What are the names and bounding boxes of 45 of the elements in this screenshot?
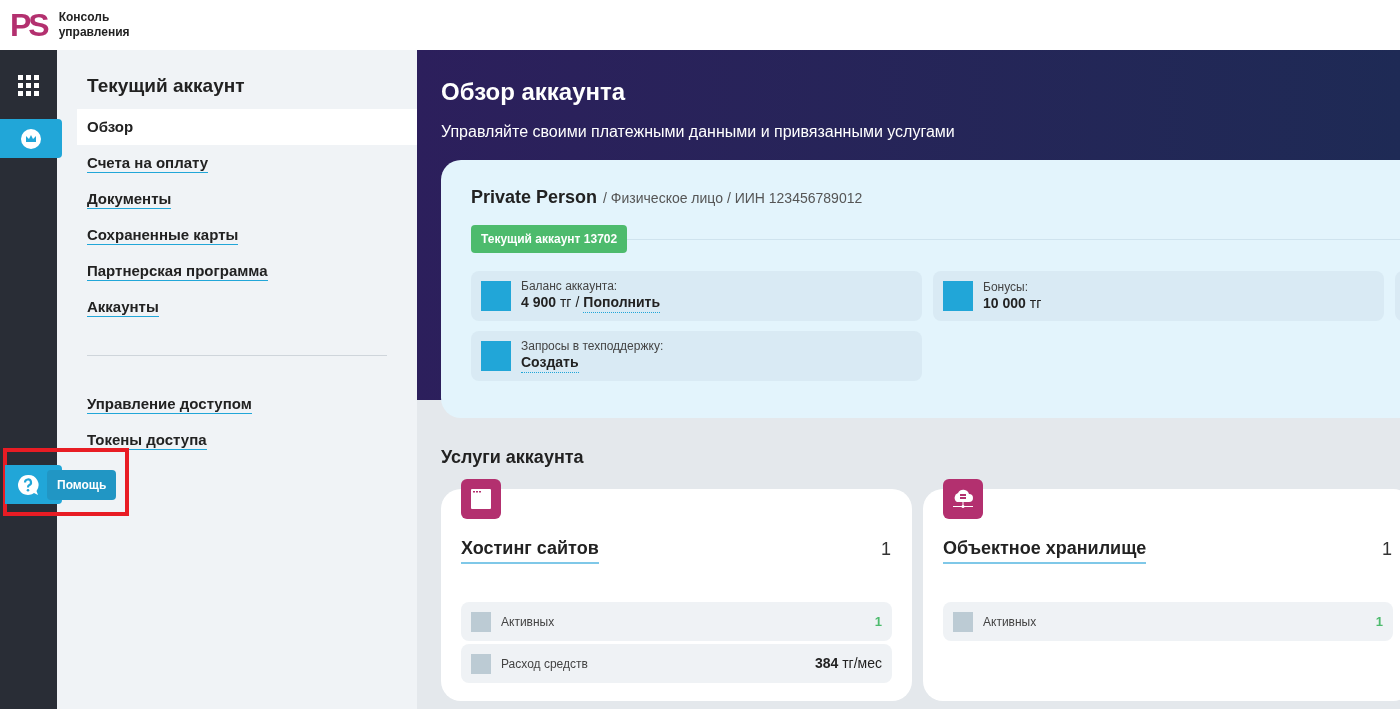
sidebar-item[interactable]: Документы (77, 180, 417, 217)
sidebar-item[interactable]: Партнерская программа (77, 252, 417, 289)
page-title: Обзор аккаунта (441, 77, 627, 107)
sidebar-title: Текущий аккаунт (86, 74, 246, 98)
tile-icon (481, 341, 511, 371)
account-details: / Физическое лицо / ИИН 123456789012 (603, 189, 863, 208)
help-icon (17, 473, 39, 496)
sidebar-item[interactable]: Сохраненные карты (77, 216, 417, 253)
tile-label: Запросы в техподдержку: (521, 339, 664, 355)
sidebar-item-active[interactable]: Обзор (77, 108, 417, 145)
action-link[interactable]: Создать (521, 354, 579, 373)
section-title: Услуги аккаунта (441, 446, 585, 469)
service-count: 1 (1382, 538, 1392, 561)
crown-icon (21, 128, 41, 149)
logo[interactable]: PS (10, 9, 47, 41)
current-account-badge: Текущий аккаунт 13702 (471, 225, 628, 253)
tile-label: Бонусы: (983, 279, 1029, 295)
row-icon (471, 653, 491, 674)
sidebar-item[interactable]: Токены доступа (77, 421, 417, 458)
service-count: 1 (881, 538, 891, 561)
row-label: Активных (501, 613, 556, 631)
row-value: 1 (874, 612, 882, 631)
action-link[interactable]: Пополнить (583, 294, 661, 313)
sidebar-item[interactable]: Аккаунты (77, 288, 417, 325)
tile-value: 10 000 тг (983, 294, 1042, 313)
sidebar-item[interactable]: Счета на оплату (77, 144, 417, 181)
row-value: 1 (1375, 612, 1383, 631)
service-name[interactable]: Объектное хранилище (943, 535, 1147, 564)
help-tooltip: Помощь (47, 469, 117, 500)
app-title: Консоль управления (58, 10, 130, 40)
service-name[interactable]: Хостинг сайтов (461, 535, 599, 564)
sidebar-item[interactable]: Управление доступом (77, 385, 417, 422)
row-label: Расход средств (501, 655, 589, 673)
row-value: 384 тг/мес (814, 654, 882, 673)
tile-icon (943, 281, 973, 311)
tile-value: 4 900 тг (521, 294, 572, 312)
separator: / (575, 294, 580, 312)
row-icon (953, 611, 973, 632)
tile-label: Баланс аккаунта: (521, 279, 619, 295)
page-subtitle: Управляйте своими платежными данными и привязанными услугами (441, 122, 956, 142)
row-icon (471, 611, 491, 632)
apps-grid-icon (17, 74, 40, 97)
account-name: Private Person (471, 186, 598, 209)
row-label: Активных (983, 613, 1038, 631)
tile-icon (481, 281, 511, 311)
